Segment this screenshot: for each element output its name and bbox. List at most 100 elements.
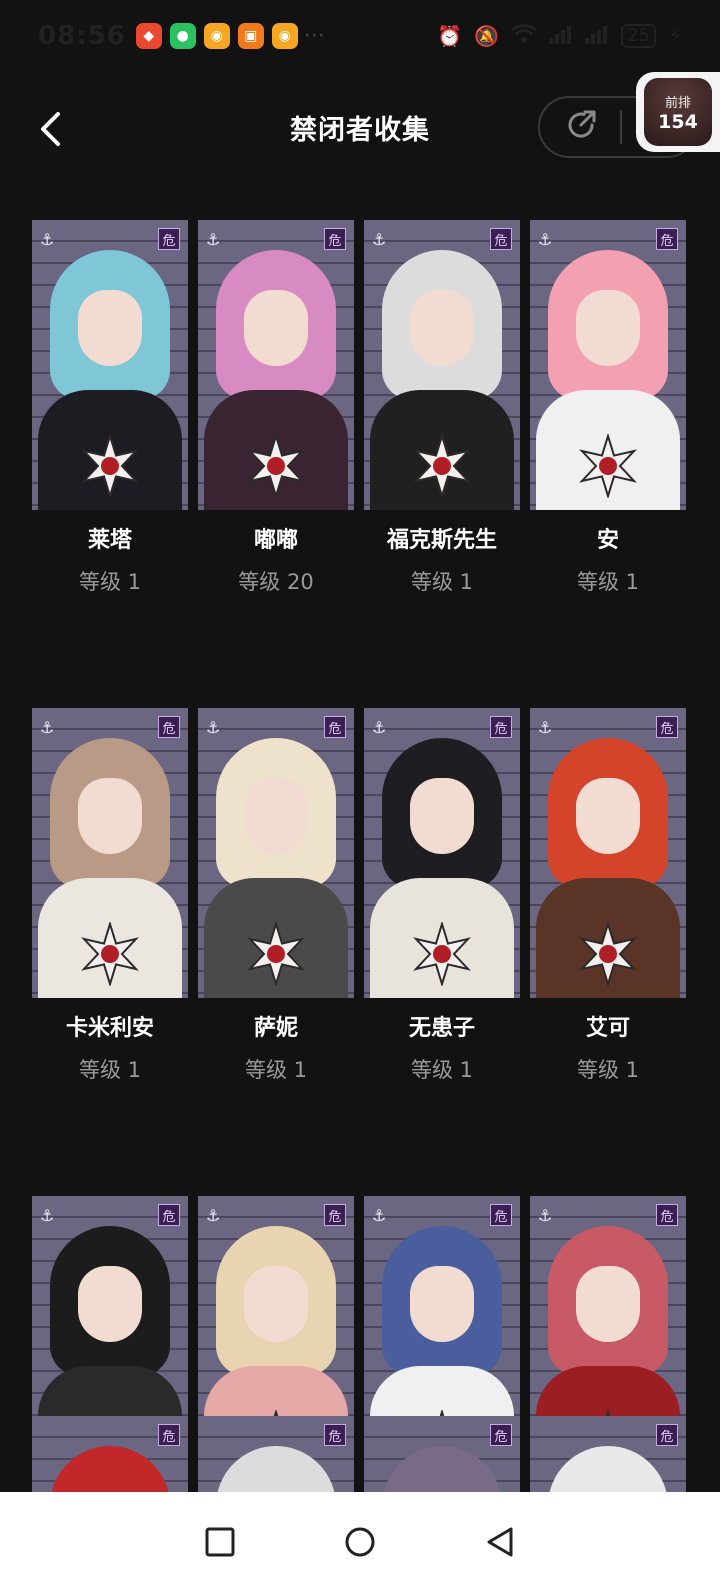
character-card[interactable]: ⚓ 危安等级 1 xyxy=(530,220,686,596)
portrait-face xyxy=(410,778,474,854)
header: 禁闭者收集 xyxy=(0,80,720,176)
anchor-icon: ⚓ xyxy=(40,718,55,737)
character-level: 等级 1 xyxy=(410,1058,474,1082)
notification-app-icon: ◆ xyxy=(135,23,162,49)
character-portrait: ⚓ 危 xyxy=(530,220,686,510)
character-level: 等级 1 xyxy=(78,1058,142,1082)
danger-rank-icon: 危 xyxy=(324,1204,346,1226)
character-card[interactable]: ⚓ 危莱塔 等级 1 xyxy=(32,220,188,596)
status-right: ⏰ 🔕 25 ⚡ xyxy=(437,23,682,49)
character-card[interactable]: ⚓ 危萨妮 等级 1 xyxy=(198,708,354,1084)
portrait-face xyxy=(244,778,308,854)
character-level: 等级 1 xyxy=(410,570,474,594)
anchor-icon: ⚓ xyxy=(538,718,553,737)
character-card[interactable]: ⚓ 危艾可 等级 1 xyxy=(530,708,686,1084)
back-nav-button[interactable] xyxy=(480,1522,520,1562)
danger-rank-icon: 危 xyxy=(324,228,346,250)
navigation-bar xyxy=(0,1492,720,1592)
anchor-icon: ⚓ xyxy=(372,230,387,249)
portrait-face xyxy=(244,1266,308,1342)
portrait-face xyxy=(576,778,640,854)
portrait-face xyxy=(78,778,142,854)
character-level: 等级 1 xyxy=(576,1058,640,1082)
emblem-icon xyxy=(579,434,637,498)
danger-rank-icon: 危 xyxy=(656,716,678,738)
portrait-hair xyxy=(548,1446,668,1492)
pill-divider xyxy=(620,110,622,144)
danger-rank-icon: 危 xyxy=(656,1204,678,1226)
character-level: 等级 1 xyxy=(576,570,640,594)
portrait-face xyxy=(410,290,474,366)
anchor-icon: ⚓ xyxy=(206,230,221,249)
character-card[interactable]: ⚓ 危嘟嘟 等级 20 xyxy=(198,220,354,596)
square-icon xyxy=(205,1527,235,1557)
character-name: 卡米利安 xyxy=(65,1016,154,1041)
wechat-icon: ● xyxy=(169,23,196,49)
emblem-icon xyxy=(81,922,139,986)
character-card[interactable]: ⚓ 危无患子 等级 1 xyxy=(364,708,520,1084)
character-portrait-partial[interactable]: 危 xyxy=(32,1416,188,1492)
rank-badge[interactable]: 前排 154 xyxy=(636,72,720,152)
alarm-icon: ⏰ xyxy=(437,24,463,48)
danger-rank-icon: 危 xyxy=(490,1204,512,1226)
danger-rank-icon: 危 xyxy=(490,1424,512,1446)
anchor-icon: ⚓ xyxy=(40,230,55,249)
character-portrait: ⚓ 危 xyxy=(32,220,188,510)
character-level: 等级 20 xyxy=(238,570,314,594)
anchor-icon: ⚓ xyxy=(40,1206,55,1225)
danger-rank-icon: 危 xyxy=(490,228,512,250)
status-app-icons: ◆ ● ◉ ▣ ◉ xyxy=(135,23,298,49)
share-button[interactable] xyxy=(564,108,598,146)
emblem-icon xyxy=(247,922,305,986)
character-portrait: ⚓ 危 xyxy=(198,220,354,510)
share-icon xyxy=(568,110,596,138)
danger-rank-icon: 危 xyxy=(158,1204,180,1226)
anchor-icon: ⚓ xyxy=(372,1206,387,1225)
portrait-face xyxy=(576,1266,640,1342)
danger-rank-icon: 危 xyxy=(656,1424,678,1446)
portrait-hair xyxy=(382,1446,502,1492)
triangle-back-icon xyxy=(487,1527,513,1557)
character-name: 安 xyxy=(596,528,619,553)
character-portrait: ⚓ 危 xyxy=(530,708,686,998)
character-portrait: ⚓ 危 xyxy=(364,708,520,998)
character-name: 福克斯先生 xyxy=(386,528,497,553)
anchor-icon: ⚓ xyxy=(538,230,553,249)
emblem-icon xyxy=(579,922,637,986)
battery-level: 25 xyxy=(621,24,656,48)
danger-rank-icon: 危 xyxy=(324,1424,346,1446)
danger-rank-icon: 危 xyxy=(490,716,512,738)
status-bar: 08:56 ◆ ● ◉ ▣ ◉ ··· ⏰ 🔕 25 ⚡ xyxy=(0,0,720,72)
mute-icon: 🔕 xyxy=(474,24,500,48)
anchor-icon: ⚓ xyxy=(372,718,387,737)
character-name: 无患子 xyxy=(408,1016,475,1041)
character-portrait-partial[interactable]: 危 xyxy=(364,1416,520,1492)
portrait-hair xyxy=(50,1446,170,1492)
character-card[interactable]: ⚓ 危福克斯先生等级 1 xyxy=(364,220,520,596)
anchor-icon: ⚓ xyxy=(538,1206,553,1225)
danger-rank-icon: 危 xyxy=(324,716,346,738)
danger-rank-icon: 危 xyxy=(158,228,180,250)
home-button[interactable] xyxy=(340,1522,380,1562)
charging-icon: ⚡ xyxy=(667,24,682,48)
character-name: 艾可 xyxy=(585,1016,630,1041)
character-name: 萨妮 xyxy=(253,1016,298,1041)
rank-value: 154 xyxy=(658,110,698,133)
rank-avatar: 前排 154 xyxy=(644,78,712,146)
character-portrait-partial[interactable]: 危 xyxy=(198,1416,354,1492)
status-time: 08:56 xyxy=(38,21,126,51)
emblem-icon xyxy=(413,434,471,498)
portrait-face xyxy=(78,1266,142,1342)
character-level: 等级 1 xyxy=(78,570,142,594)
portrait-face xyxy=(244,290,308,366)
character-level: 等级 1 xyxy=(244,1058,308,1082)
portrait-face xyxy=(410,1266,474,1342)
portrait-face xyxy=(576,290,640,366)
character-grid: ⚓ 危莱塔 等级 1 ⚓ 危嘟嘟 等级 20 ⚓ 危福克斯先生 等级 1 ⚓ 危安等级 1 ⚓ 危卡米利… xyxy=(32,220,688,1572)
signal-icon-2 xyxy=(585,24,609,49)
character-portrait-partial[interactable]: 危 xyxy=(530,1416,686,1492)
status-more-icon: ··· xyxy=(303,23,325,49)
recent-apps-button[interactable] xyxy=(200,1522,240,1562)
character-card[interactable]: ⚓ 危卡米利安 等级 1 xyxy=(32,708,188,1084)
partial-row: 危危危危 xyxy=(32,1416,688,1492)
